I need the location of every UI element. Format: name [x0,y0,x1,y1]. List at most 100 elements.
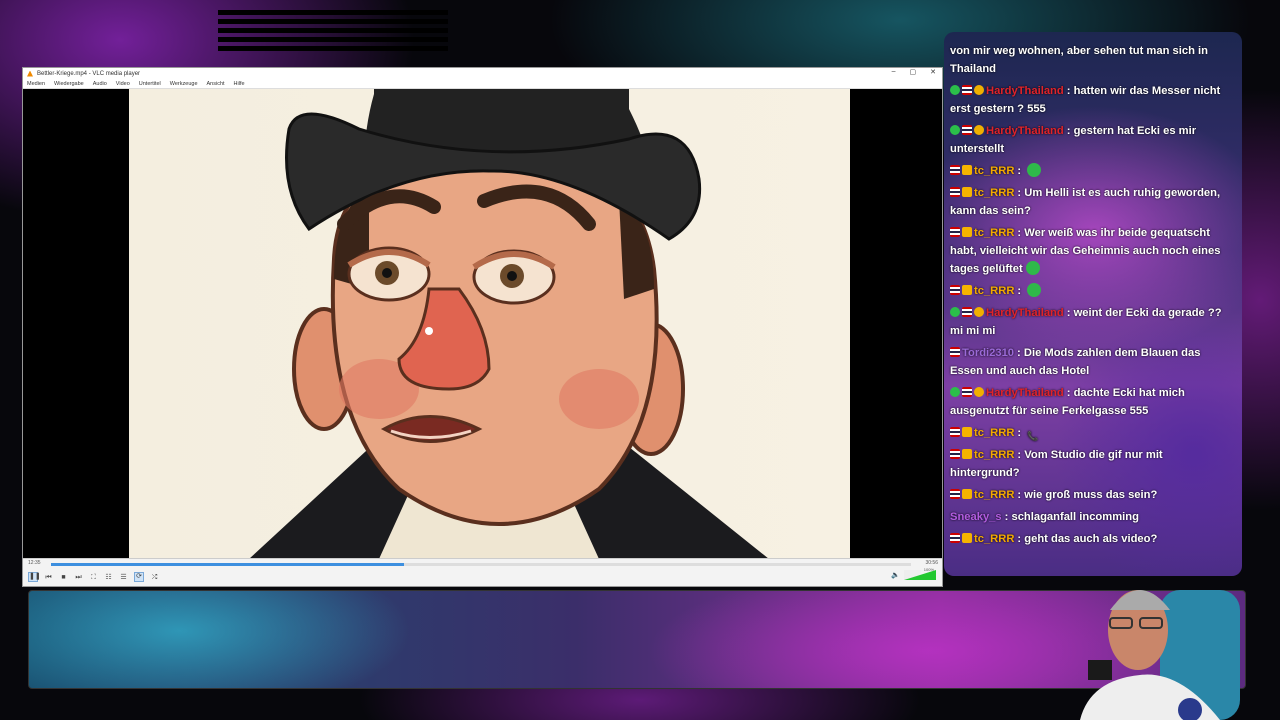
speaker-icon[interactable]: 🔈 [891,571,900,580]
phone-emote-icon: 📞 [1027,431,1039,441]
maximize-button[interactable]: ▢ [910,68,917,76]
chat-message: tc_RRR: Vom Studio die gif nur mit hinte… [950,449,1163,479]
volume-slider[interactable]: 100% [904,567,936,580]
menu-audio[interactable]: Audio [93,81,107,87]
close-button[interactable]: ✕ [930,68,936,76]
menu-werkzeuge[interactable]: Werkzeuge [170,81,198,87]
next-icon[interactable]: ⏭ [74,573,83,582]
flag-badge-icon [950,187,960,197]
crown-badge-icon [962,427,972,437]
webcam-feed [1070,570,1240,720]
chat-username[interactable]: tc_RRR [974,489,1014,501]
chat-text: schlaganfall incomming [1011,511,1139,523]
chat-message: HardyThailand: hatten wir das Messer nic… [950,85,1221,115]
crown-badge-icon [962,449,972,459]
title-bar: Bettler-Kriege.mp4 - VLC media player – … [23,68,942,79]
chat-username[interactable]: tc_RRR [974,449,1014,461]
check-badge-icon [950,125,960,135]
chat-message: tc_RRR: [950,162,1234,180]
shuffle-icon[interactable]: ⤮ [150,573,159,582]
chat-text: wie groß muss das sein? [1024,489,1158,501]
flag-badge-icon [962,387,972,397]
chat-message: HardyThailand: dachte Ecki hat mich ausg… [950,387,1185,417]
chat-text: von mir weg wohnen, aber sehen tut man s… [950,45,1208,75]
green-emote-icon [1027,283,1042,297]
check-badge-icon [950,85,960,95]
flag-badge-icon [950,449,960,459]
flag-badge-icon [950,227,960,237]
playlist-icon[interactable]: ☰ [119,573,128,582]
fullscreen-icon[interactable]: ⛶ [89,573,98,582]
flag-badge-icon [962,125,972,135]
chat-messages: von mir weg wohnen, aber sehen tut man s… [950,42,1234,552]
chat-message: HardyThailand: weint der Ecki da gerade … [950,307,1222,337]
flag-badge-icon [950,165,960,175]
chat-message: tc_RRR: [950,282,1234,300]
flag-badge-icon [962,307,972,317]
crown-badge-icon [962,489,972,499]
flag-badge-icon [950,285,960,295]
player-controls: 12:35 30:56 ❚❚ ⏮ ■ ⏭ ⛶ ☷ ☰ ⟳ ⤮ 🔈 100% [23,558,942,586]
chat-message: tc_RRR: 📞 [950,424,1234,442]
menu-hilfe[interactable]: Hilfe [234,81,245,87]
seek-bar[interactable] [51,563,911,566]
flag-badge-icon [950,427,960,437]
crown-badge-icon [962,165,972,175]
chat-username[interactable]: Tordi2310 [962,347,1014,359]
chat-username[interactable]: HardyThailand [986,125,1064,137]
window-title: Bettler-Kriege.mp4 - VLC media player [37,70,141,77]
crown-badge-icon [962,285,972,295]
flag-badge-icon [962,85,972,95]
chat-message: von mir weg wohnen, aber sehen tut man s… [950,42,1234,78]
ghost-green-emote-icon [1025,261,1040,275]
chat-username[interactable]: tc_RRR [974,427,1014,439]
loop-icon[interactable]: ⟳ [134,572,144,582]
vlc-cone-icon [27,70,33,77]
volume-label: 100% [923,567,934,572]
chat-username[interactable]: Sneaky_s [950,511,1002,523]
check-badge-icon [950,387,960,397]
menu-medien[interactable]: Medien [27,81,45,87]
video-area[interactable] [23,89,942,559]
chat-message: tc_RRR: Wer weiß was ihr beide gequatsch… [950,227,1221,275]
crown-badge-icon [962,533,972,543]
overlay-bottom-bar [28,590,1246,689]
chat-username[interactable]: tc_RRR [974,285,1014,297]
chat-message: tc_RRR: Um Helli ist es auch ruhig gewor… [950,187,1221,217]
decorative-stripes [218,10,448,60]
stop-icon[interactable]: ■ [59,573,68,582]
flag-badge-icon [950,347,960,357]
warn-badge-icon [974,307,984,317]
pause-icon[interactable]: ❚❚ [28,572,41,582]
flag-badge-icon [950,533,960,543]
chat-message: HardyThailand: gestern hat Ecki es mir u… [950,125,1197,155]
total-time: 30:56 [925,560,938,566]
chat-username[interactable]: HardyThailand [986,85,1064,97]
menu-wiedergabe[interactable]: Wiedergabe [54,81,84,87]
chat-username[interactable]: HardyThailand [986,307,1064,319]
seek-progress [51,563,404,566]
menu-video[interactable]: Video [116,81,130,87]
chat-username[interactable]: HardyThailand [986,387,1064,399]
green-emote-icon [1027,163,1042,177]
chat-message: tc_RRR: wie groß muss das sein? [950,486,1234,504]
chat-username[interactable]: tc_RRR [974,187,1014,199]
crown-badge-icon [962,227,972,237]
flag-badge-icon [950,489,960,499]
check-badge-icon [950,307,960,317]
chat-username[interactable]: tc_RRR [974,227,1014,239]
menu-untertitel[interactable]: Untertitel [139,81,161,87]
elapsed-time: 12:35 [28,560,41,566]
chat-panel: von mir weg wohnen, aber sehen tut man s… [944,32,1242,576]
menu-ansicht[interactable]: Ansicht [207,81,225,87]
chat-message: Tordi2310: Die Mods zahlen dem Blauen da… [950,347,1201,377]
chat-message: Sneaky_s: schlaganfall incomming [950,511,1139,523]
chat-username[interactable]: tc_RRR [974,165,1014,177]
extended-settings-icon[interactable]: ☷ [104,573,113,582]
video-frame [129,89,850,559]
minimize-button[interactable]: – [892,68,896,76]
warn-badge-icon [974,85,984,95]
chat-username[interactable]: tc_RRR [974,533,1014,545]
streamer-image [1080,590,1240,720]
previous-icon[interactable]: ⏮ [44,573,53,582]
